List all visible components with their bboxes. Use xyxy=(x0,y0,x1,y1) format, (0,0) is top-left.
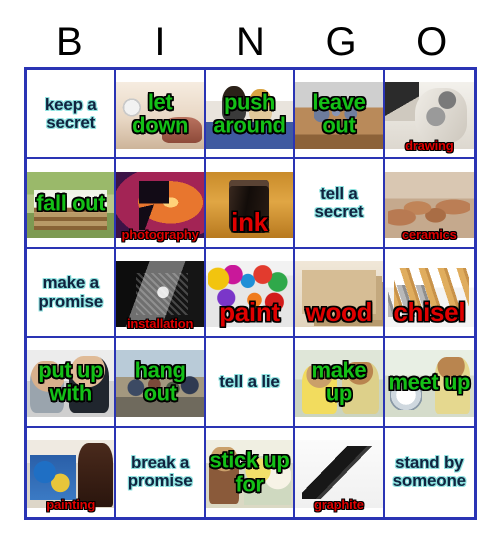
bingo-card: B I N G O keep a secret let down push arou… xyxy=(0,0,501,544)
bingo-cell[interactable]: graphite xyxy=(295,427,385,517)
bingo-cell[interactable]: stand by someone xyxy=(384,427,474,517)
bingo-cell[interactable]: leave out xyxy=(295,70,385,160)
bingo-cell-label: let down xyxy=(132,89,188,138)
bingo-cell-label: tell a secret xyxy=(314,184,364,222)
bingo-cell[interactable]: hang out xyxy=(116,338,206,428)
bingo-cell[interactable]: drawing xyxy=(384,70,474,160)
bingo-cell[interactable]: photography xyxy=(116,159,206,249)
bingo-cell-label: hang out xyxy=(134,357,186,406)
bingo-cell[interactable]: put up with xyxy=(27,338,117,428)
header-letter-i: I xyxy=(154,20,166,64)
bingo-cell[interactable]: meet up xyxy=(384,338,474,428)
bingo-cell-label: graphite xyxy=(314,497,364,513)
bingo-cell-label: drawing xyxy=(405,137,454,153)
bingo-cell[interactable]: let down xyxy=(116,70,206,160)
bingo-cell[interactable]: stick up for xyxy=(205,427,296,517)
header-letter-o: O xyxy=(416,20,448,64)
bingo-cell[interactable]: tell a secret xyxy=(295,159,385,249)
bingo-cell-label: installation xyxy=(126,316,194,332)
bingo-cell[interactable]: ceramics xyxy=(384,159,474,249)
bingo-cell[interactable]: make a promise xyxy=(27,248,117,339)
bingo-cell-label: push around xyxy=(213,89,286,138)
bingo-cell-label: chisel xyxy=(393,296,466,327)
bingo-cell-label: tell a lie xyxy=(219,371,280,391)
bingo-cell[interactable]: make up xyxy=(295,338,385,428)
bingo-cell[interactable]: wood xyxy=(295,248,385,339)
bingo-cell-label: paint xyxy=(219,296,280,327)
bingo-cell[interactable]: ink xyxy=(205,159,296,249)
header-letter-n: N xyxy=(236,20,265,64)
bingo-cell-label: make up xyxy=(311,357,367,406)
bingo-cell[interactable]: installation xyxy=(116,248,206,339)
bingo-cell[interactable]: break a promise xyxy=(116,427,206,517)
bingo-cell[interactable]: push around xyxy=(205,70,296,160)
bingo-cell[interactable]: tell a lie xyxy=(205,338,296,428)
bingo-cell-label: stand by someone xyxy=(392,453,466,491)
bingo-cell-label: stick up for xyxy=(209,447,290,497)
bingo-cell-label: photography xyxy=(121,227,199,243)
bingo-cell-label: meet up xyxy=(388,369,471,395)
bingo-cell-label: fall out xyxy=(36,190,106,216)
bingo-cell[interactable]: fall out xyxy=(27,159,117,249)
bingo-cell-label: keep a secret xyxy=(44,94,97,132)
bingo-cell-label: ceramics xyxy=(401,227,457,243)
header-letter-g: G xyxy=(325,20,357,64)
header-letter-b: B xyxy=(55,20,83,64)
bingo-cell-label: painting xyxy=(46,497,96,513)
bingo-cell-label: break a promise xyxy=(127,453,193,491)
bingo-cell[interactable]: painting xyxy=(27,427,117,517)
bingo-cell[interactable]: chisel xyxy=(384,248,474,339)
bingo-grid: keep a secret let down push around leave ou… xyxy=(24,67,477,520)
bingo-cell-label: make a promise xyxy=(38,273,104,311)
bingo-cell[interactable]: keep a secret xyxy=(27,70,117,160)
bingo-cell-label: leave out xyxy=(312,89,366,138)
bingo-cell-label: put up with xyxy=(38,357,104,406)
bingo-cell[interactable]: paint xyxy=(205,248,296,339)
bingo-header-row: B I N G O xyxy=(24,18,477,66)
bingo-cell-label: wood xyxy=(305,296,373,327)
bingo-cell-label: ink xyxy=(231,207,268,238)
